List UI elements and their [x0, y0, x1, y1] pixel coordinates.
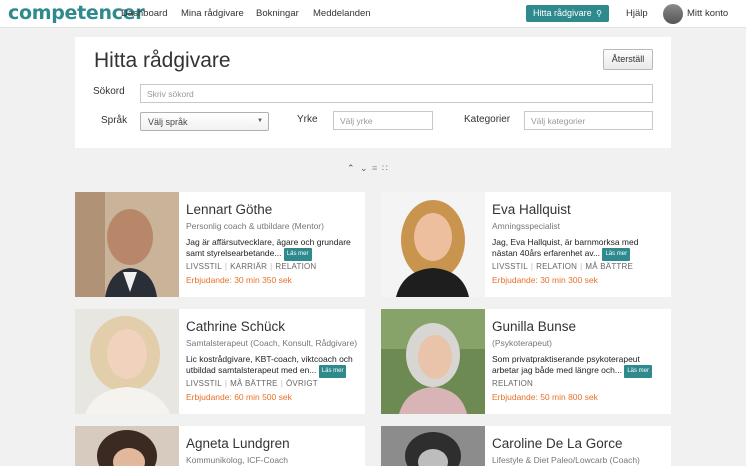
advisor-photo: [381, 426, 485, 466]
advisor-name[interactable]: Agneta Lundgren: [186, 436, 290, 451]
find-advisor-label: Hitta rådgivare: [533, 8, 592, 18]
advisor-name[interactable]: Eva Hallquist: [492, 202, 571, 217]
category-input[interactable]: Välj kategorier: [524, 111, 653, 130]
advisor-card[interactable]: Gunilla Bunse (Psykoterapeut) Som privat…: [381, 309, 671, 414]
language-select-value: Välj språk: [148, 117, 188, 127]
advisor-photo: [381, 309, 485, 414]
advisor-role: Amningsspecialist: [492, 221, 561, 231]
chevron-down-icon: ▼: [257, 118, 263, 124]
language-select[interactable]: Välj språk ▼: [140, 112, 269, 131]
advisor-card[interactable]: Lennart Göthe Personlig coach & utbildar…: [75, 192, 365, 297]
keyword-input[interactable]: Skriv sökord: [140, 84, 653, 103]
my-account-link[interactable]: Mitt konto: [687, 8, 728, 19]
list-view-icon[interactable]: ≡: [372, 163, 377, 173]
advisor-tags: LIVSSTIL | KARRIÄR | RELATION: [186, 262, 317, 271]
grid-view-icon[interactable]: ∷: [382, 163, 388, 174]
advisor-role: (Psykoterapeut): [492, 338, 552, 348]
top-navigation: competencer Dashboard Mina rådgivare Bok…: [0, 0, 746, 28]
advisor-name[interactable]: Caroline De La Gorce: [492, 436, 623, 451]
help-link[interactable]: Hjälp: [626, 8, 648, 19]
advisor-description: Jag, Eva Hallquist, är barnmorksa med nä…: [492, 237, 664, 261]
advisor-photo: [75, 192, 179, 297]
advisor-role: Samtalsterapeut (Coach, Konsult, Rådgiva…: [186, 338, 358, 348]
advisor-tags: LIVSSTIL | MÅ BÄTTRE | ÖVRIGT: [186, 379, 318, 388]
advisor-offer: Erbjudande: 60 min 500 sek: [186, 392, 292, 402]
advisor-offer: Erbjudande: 50 min 800 sek: [492, 392, 598, 402]
page-title: Hitta rådgivare: [94, 49, 231, 72]
reset-button[interactable]: Återställ: [603, 49, 653, 70]
advisor-role: Personlig coach & utbildare (Mentor): [186, 221, 324, 231]
advisor-tags: RELATION: [492, 379, 534, 388]
advisor-name[interactable]: Gunilla Bunse: [492, 319, 576, 334]
profession-input[interactable]: Välj yrke: [333, 111, 433, 130]
category-label: Kategorier: [464, 114, 511, 125]
advisor-photo: [75, 426, 179, 466]
nav-my-advisors[interactable]: Mina rådgivare: [181, 8, 244, 19]
advisor-role: Lifestyle & Diet Paleo/Lowcarb (Coach): [492, 455, 640, 465]
nav-bookings[interactable]: Bokningar: [256, 8, 299, 19]
nav-dashboard[interactable]: Dashboard: [121, 8, 167, 19]
advisor-offer: Erbjudande: 30 min 300 sek: [492, 275, 598, 285]
find-advisor-button[interactable]: Hitta rådgivare ⚲: [526, 5, 609, 22]
advisor-card[interactable]: Agneta Lundgren Kommunikolog, ICF-Coach: [75, 426, 365, 466]
search-icon: ⚲: [596, 9, 602, 18]
advisor-photo: [381, 192, 485, 297]
keyword-label: Sökord: [93, 86, 125, 97]
search-panel: Hitta rådgivare Återställ Sökord Skriv s…: [75, 37, 671, 148]
advisor-description: Lic kostrådgivare, KBT-coach, viktcoach …: [186, 354, 358, 378]
advisor-card[interactable]: Caroline De La Gorce Lifestyle & Diet Pa…: [381, 426, 671, 466]
advisor-card[interactable]: Cathrine Schück Samtalsterapeut (Coach, …: [75, 309, 365, 414]
advisor-offer: Erbjudande: 30 min 350 sek: [186, 275, 292, 285]
advisor-name[interactable]: Cathrine Schück: [186, 319, 285, 334]
avatar[interactable]: [663, 4, 683, 24]
advisor-photo: [75, 309, 179, 414]
advisor-description: Jag är affärsutvecklare, ägare och grund…: [186, 237, 358, 261]
advisor-card[interactable]: Eva Hallquist Amningsspecialist Jag, Eva…: [381, 192, 671, 297]
profession-label: Yrke: [297, 114, 318, 125]
advisor-tags: LIVSSTIL | RELATION | MÅ BÄTTRE: [492, 262, 634, 271]
read-more-button[interactable]: Läs mer: [283, 248, 312, 261]
advisor-name[interactable]: Lennart Göthe: [186, 202, 272, 217]
read-more-button[interactable]: Läs mer: [624, 365, 653, 378]
chevron-down-icon[interactable]: ⌄: [360, 163, 368, 174]
read-more-button[interactable]: Läs mer: [318, 365, 347, 378]
chevron-up-icon[interactable]: ⌃: [347, 163, 355, 174]
read-more-button[interactable]: Läs mer: [602, 248, 631, 261]
advisor-role: Kommunikolog, ICF-Coach: [186, 455, 289, 465]
language-label: Språk: [101, 115, 128, 126]
advisor-description: Som privatpraktiserande psykoterapeut ar…: [492, 354, 664, 378]
nav-messages[interactable]: Meddelanden: [313, 8, 371, 19]
